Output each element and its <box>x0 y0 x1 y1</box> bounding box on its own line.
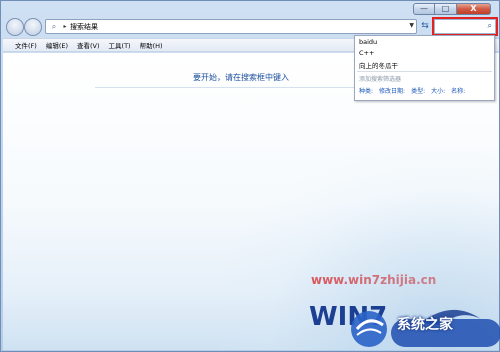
add-search-filter-label: 添加搜索筛选器 <box>359 76 402 83</box>
refresh-icon[interactable]: ⇆ <box>419 19 431 34</box>
search-filters: 种类: 修改日期: 类型: 大小: 名称: <box>359 86 471 95</box>
forward-button[interactable] <box>24 18 42 36</box>
menu-file[interactable]: 文件(F) <box>15 40 37 50</box>
search-folder-icon: ⌕ <box>51 21 57 31</box>
watermark-brand: 系统之家 <box>397 317 453 333</box>
history-item[interactable]: C++ <box>359 49 374 57</box>
filter-date-modified[interactable]: 修改日期: <box>379 86 405 95</box>
search-hint: 要开始，请在搜索框中键入 <box>193 73 289 82</box>
close-button[interactable]: X <box>457 3 491 15</box>
history-item[interactable]: 向上的冬瓜干 <box>359 60 398 70</box>
history-item[interactable]: baidu <box>359 38 377 46</box>
filter-type[interactable]: 类型: <box>411 86 425 95</box>
filter-kind[interactable]: 种类: <box>359 86 373 95</box>
dropdown-divider <box>357 71 492 72</box>
maximize-button[interactable]: □ <box>435 3 457 15</box>
breadcrumb-chevron-icon[interactable]: ▸ <box>60 23 70 30</box>
minimize-button[interactable]: — <box>413 3 435 15</box>
search-suggestions-dropdown: baidu C++ 向上的冬瓜干 添加搜索筛选器 种类: 修改日期: 类型: 大… <box>354 35 495 101</box>
address-dropdown-icon[interactable]: ▼ <box>409 22 414 29</box>
back-button[interactable] <box>6 18 24 36</box>
caption-buttons: — □ X <box>413 3 491 15</box>
menu-tools[interactable]: 工具(T) <box>109 40 131 50</box>
breadcrumb-path[interactable]: 搜索结果 <box>70 22 98 32</box>
filter-size[interactable]: 大小: <box>431 86 445 95</box>
menu-view[interactable]: 查看(V) <box>77 40 100 50</box>
menu-help[interactable]: 帮助(H) <box>140 40 163 50</box>
search-highlight-frame <box>432 17 498 36</box>
watermark-url: www.win7zhijia.cn <box>311 273 437 287</box>
address-bar[interactable]: ⌕ ▸ 搜索结果 ▼ <box>45 19 417 34</box>
menu-edit[interactable]: 编辑(E) <box>46 40 68 50</box>
filter-name[interactable]: 名称: <box>451 86 465 95</box>
explorer-window: — □ X ⌕ ▸ 搜索结果 ▼ ⇆ ⌕ 文件(F) 编辑(E) 查看(V) 工… <box>0 0 500 352</box>
